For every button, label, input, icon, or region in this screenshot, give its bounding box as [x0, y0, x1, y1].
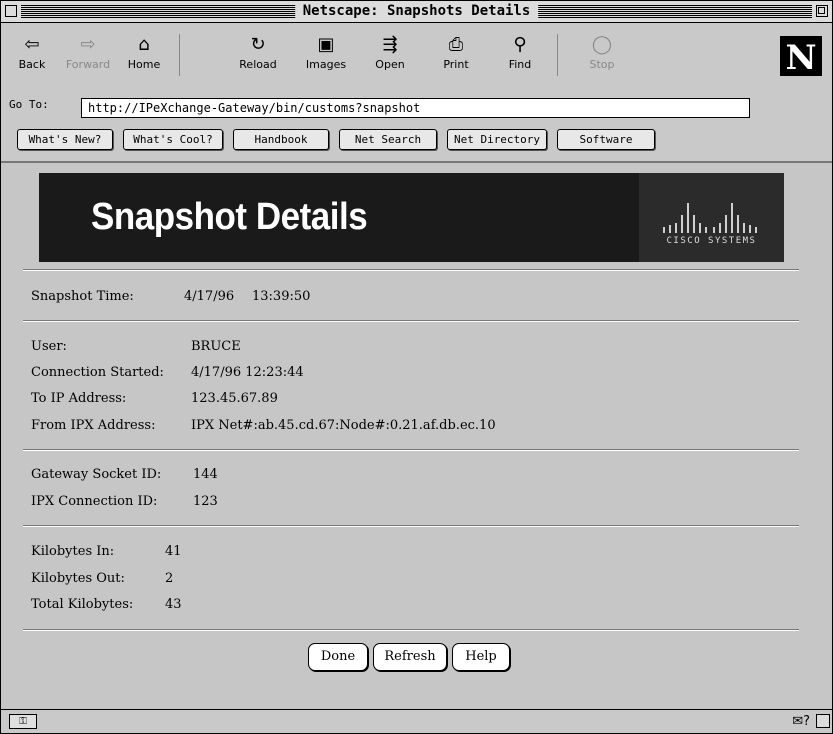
kilobytes-in-label: Kilobytes In: [31, 544, 115, 559]
snapshot-time: 13:39:50 [252, 289, 311, 304]
connection-started-label: Connection Started: [31, 365, 164, 380]
reload-button[interactable]: ↻ Reload [233, 32, 283, 76]
divider [23, 320, 799, 322]
ipx-connection-value: 123 [193, 494, 218, 509]
print-icon: ⎙ [448, 34, 464, 55]
reload-icon: ↻ [250, 34, 266, 55]
back-label: Back [18, 58, 46, 71]
stop-button[interactable]: ◯ Stop [577, 32, 627, 76]
stop-icon: ◯ [591, 34, 613, 55]
snapshot-time-label: Snapshot Time: [31, 289, 134, 304]
forward-arrow-icon: ⇨ [80, 34, 96, 55]
total-kilobytes-value: 43 [165, 597, 182, 612]
window-title: Netscape: Snapshots Details [294, 3, 539, 20]
from-ipx-label: From IPX Address: [31, 418, 156, 433]
home-label: Home [127, 58, 161, 71]
images-icon: ▣ [317, 34, 335, 55]
refresh-button[interactable]: Refresh [373, 643, 447, 671]
forward-button[interactable]: ⇨ Forward [63, 32, 113, 76]
toolbar-separator [557, 34, 558, 76]
kilobytes-in-value: 41 [165, 544, 182, 559]
gateway-socket-value: 144 [193, 467, 218, 482]
user-value: BRUCE [191, 339, 241, 354]
page-banner: Snapshot Details CISCO SYSTEMS [39, 173, 784, 262]
to-ip-value: 123.45.67.89 [191, 391, 278, 406]
images-label: Images [305, 58, 347, 71]
divider [23, 269, 799, 271]
divider [23, 629, 799, 631]
toolbar: ⇦ Back ⇨ Forward ⌂ Home ↻ Reload ▣ Image… [1, 24, 832, 111]
find-button[interactable]: ⚲ Find [495, 32, 545, 76]
snapshot-date: 4/17/96 [184, 289, 235, 304]
goto-label: Go To: [9, 98, 49, 111]
toolbar-separator [179, 34, 180, 76]
user-label: User: [31, 339, 67, 354]
done-button[interactable]: Done [308, 643, 368, 671]
kilobytes-out-value: 2 [165, 571, 174, 586]
open-label: Open [375, 58, 405, 71]
divider [23, 449, 799, 451]
handbook-button[interactable]: Handbook [233, 129, 329, 150]
gateway-socket-label: Gateway Socket ID: [31, 467, 162, 482]
print-button[interactable]: ⎙ Print [431, 32, 481, 76]
forward-label: Forward [65, 58, 111, 71]
connection-started-value: 4/17/96 12:23:44 [191, 365, 304, 380]
open-icon: ⇶ [382, 34, 398, 55]
netscape-logo[interactable]: N [780, 36, 822, 78]
net-directory-button[interactable]: Net Directory [447, 129, 547, 150]
help-button[interactable]: Help [452, 643, 510, 671]
resize-grip-icon[interactable] [816, 714, 830, 728]
cisco-logo: CISCO SYSTEMS [639, 173, 784, 262]
ipx-connection-label: IPX Connection ID: [31, 494, 158, 509]
zoom-box-icon[interactable] [816, 5, 828, 17]
software-button[interactable]: Software [557, 129, 655, 150]
home-button[interactable]: ⌂ Home [119, 32, 169, 76]
print-label: Print [443, 58, 469, 71]
browser-window: Netscape: Snapshots Details ⇦ Back ⇨ For… [0, 0, 833, 734]
page-content: Snapshot Details CISCO SYSTEMS Snapshot … [1, 163, 832, 709]
whats-new-button[interactable]: What's New? [17, 129, 113, 150]
title-bar[interactable]: Netscape: Snapshots Details [1, 1, 832, 23]
status-bar: ⚿ ✉? [1, 709, 832, 733]
security-key-icon[interactable]: ⚿ [9, 714, 37, 729]
close-box-icon[interactable] [5, 5, 17, 17]
open-button[interactable]: ⇶ Open [365, 32, 415, 76]
page-title: Snapshot Details [91, 196, 368, 238]
find-icon: ⚲ [513, 34, 527, 55]
images-button[interactable]: ▣ Images [301, 32, 351, 76]
to-ip-label: To IP Address: [31, 391, 127, 406]
whats-cool-button[interactable]: What's Cool? [123, 129, 223, 150]
from-ipx-value: IPX Net#:ab.45.cd.67:Node#:0.21.af.db.ec… [191, 418, 496, 433]
stop-label: Stop [589, 58, 615, 71]
net-search-button[interactable]: Net Search [339, 129, 437, 150]
divider [23, 525, 799, 527]
mail-icon[interactable]: ✉? [792, 714, 810, 729]
back-arrow-icon: ⇦ [24, 34, 40, 55]
kilobytes-out-label: Kilobytes Out: [31, 571, 125, 586]
reload-label: Reload [239, 58, 277, 71]
location-field[interactable]: http://IPeXchange-Gateway/bin/customs?sn… [81, 98, 750, 118]
back-button[interactable]: ⇦ Back [7, 32, 57, 76]
find-label: Find [508, 58, 532, 71]
cisco-wordmark: CISCO SYSTEMS [666, 236, 757, 246]
cisco-bars-icon [663, 203, 757, 233]
home-icon: ⌂ [138, 34, 150, 55]
total-kilobytes-label: Total Kilobytes: [31, 597, 134, 612]
